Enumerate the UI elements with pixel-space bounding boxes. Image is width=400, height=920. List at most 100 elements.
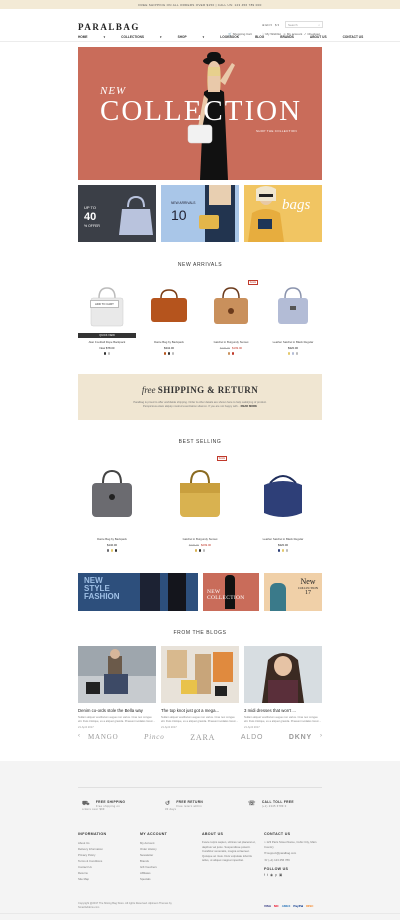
blog-date: 21 April 2017 xyxy=(161,726,177,729)
swatch[interactable] xyxy=(194,549,198,552)
search-icon[interactable]: ⌕ xyxy=(318,23,320,27)
blog-post[interactable]: Denim co-ords stole the Bella way Nullam… xyxy=(78,646,156,729)
chevron-left-icon[interactable]: ‹ xyxy=(78,733,80,739)
promo-new-arrivals-banner[interactable]: NEW ARRIVALS 10 xyxy=(161,185,239,242)
blog-date: 21 April 2017 xyxy=(78,726,94,729)
blog-excerpt: Nullam aliquet vestibulum augue non vari… xyxy=(161,716,239,723)
product-name[interactable]: Leather Satchel in Black Regular xyxy=(264,340,322,344)
swatch[interactable] xyxy=(277,549,281,552)
swatch[interactable] xyxy=(167,352,171,355)
promo-bags-banner[interactable]: bags xyxy=(244,185,322,242)
product-card[interactable]: Leather Satchel in Black Regular $320.00 xyxy=(264,278,322,355)
product-card[interactable]: Dante Bag by Backpack $342.00 xyxy=(140,278,198,355)
product-name[interactable]: Gatchel in Burgundy Sunset xyxy=(171,537,229,541)
quick-view-button[interactable]: QUICK VIEW xyxy=(78,333,136,338)
site-logo[interactable]: PARALBAG xyxy=(78,22,140,32)
currency-selector[interactable]: $ ▾ xyxy=(275,23,279,27)
blog-image[interactable] xyxy=(244,646,322,703)
nav-collections[interactable]: COLLECTIONS ▾ xyxy=(121,35,161,39)
footer-email[interactable]: ✉ support@paralbag.com xyxy=(264,851,322,856)
lookbook-banner-collection[interactable]: NEW COLLECTION xyxy=(203,573,259,611)
product-image[interactable]: ADD TO CART xyxy=(78,278,136,333)
product-image[interactable]: SALE xyxy=(171,456,229,526)
blog-title[interactable]: The top knot just got a mega... xyxy=(161,708,239,713)
nav-about[interactable]: ABOUT US xyxy=(310,35,327,39)
shipping-text: Paralbag is proud to offer worldwide shi… xyxy=(133,401,267,408)
product-card[interactable]: SALE Gatchel in Burgundy Sunset $345.00 $… xyxy=(171,456,229,552)
product-name[interactable]: Gatchel in Burgundy Sunset xyxy=(202,340,260,344)
add-to-cart-button[interactable]: ADD TO CART xyxy=(90,300,119,308)
swatch[interactable] xyxy=(227,352,231,355)
product-name[interactable]: Dante Bag by Backpack xyxy=(83,537,141,541)
blog-title[interactable]: 3 midi dresses that won't ... xyxy=(244,708,322,713)
nav-shop[interactable]: SHOP ▾ xyxy=(178,35,205,39)
color-swatches xyxy=(264,352,322,355)
swatch[interactable] xyxy=(231,352,235,355)
nav-home[interactable]: HOME ▾ xyxy=(78,35,105,39)
brand-logo[interactable]: Pinco xyxy=(144,733,164,741)
blog-post[interactable]: The top knot just got a mega... Nullam a… xyxy=(161,646,239,729)
product-name[interactable]: Leather Satchel in Black Regular xyxy=(254,537,312,541)
swatch[interactable] xyxy=(163,352,167,355)
read-more-link[interactable]: READ MORE xyxy=(241,405,257,408)
nav-blog[interactable]: BLOG xyxy=(255,35,264,39)
footer-col-contact: CONTACT US ⌂ 123 Paris Street Name, Cubi… xyxy=(264,832,322,877)
swatch[interactable] xyxy=(295,352,299,355)
product-image[interactable] xyxy=(140,278,198,333)
promo-sale-banner[interactable]: UP TO 40 % OFFER xyxy=(78,185,156,242)
swatch[interactable] xyxy=(110,549,114,552)
nav-lookbook[interactable]: LOOKBOOK xyxy=(220,35,239,39)
promo-off: % OFFER xyxy=(84,224,100,228)
swatch[interactable] xyxy=(287,352,291,355)
product-card[interactable]: SALE Gatchel in Burgundy Sunset $245.00 $… xyxy=(202,278,260,355)
brand-logo[interactable]: ALDO xyxy=(241,734,263,741)
brand-logo[interactable]: MANGO xyxy=(88,733,118,741)
product-image[interactable]: SALE xyxy=(202,278,260,333)
footer-link[interactable]: Site Map xyxy=(78,876,133,882)
nav-contact[interactable]: CONTACT US xyxy=(343,35,364,39)
instagram-icon[interactable]: ▣ xyxy=(279,873,284,877)
product-card[interactable]: ADD TO CART QUICK VIEW Alan Football Rop… xyxy=(78,278,136,355)
swatch[interactable] xyxy=(291,352,295,355)
hero-banner[interactable]: NEW COLLECTION SHOP THE COLLECTION xyxy=(78,47,322,180)
blog-post[interactable]: 3 midi dresses that won't ... Nullam ali… xyxy=(244,646,322,729)
chevron-right-icon[interactable]: › xyxy=(320,733,322,739)
footer-link[interactable]: Specials xyxy=(140,876,195,882)
footer-contact-list: ⌂ 123 Paris Street Name, Cubic City, Mai… xyxy=(264,840,322,862)
blog-image[interactable] xyxy=(78,646,156,703)
swatch[interactable] xyxy=(114,549,118,552)
swatch[interactable] xyxy=(198,549,202,552)
blog-photo xyxy=(262,653,304,703)
product-name[interactable]: Dante Bag by Backpack xyxy=(140,340,198,344)
swatch[interactable] xyxy=(107,352,111,355)
blog-image[interactable] xyxy=(161,646,239,703)
swatch[interactable] xyxy=(285,549,289,552)
search-input[interactable]: Search ⌕ xyxy=(285,21,323,28)
lookbook-banner-style[interactable]: NEW STYLE FASHION xyxy=(78,573,198,611)
blog-date: 21 April 2017 xyxy=(244,726,260,729)
brand-logo[interactable]: ZARA xyxy=(190,733,215,742)
product-card[interactable]: Leather Satchel in Black Regular $320.00 xyxy=(254,462,312,552)
swatch[interactable] xyxy=(171,352,175,355)
footer-col-information: INFORMATION About Us Delivery Informatio… xyxy=(78,832,133,882)
language-selector[interactable]: ⊕ EN ▾ xyxy=(262,23,272,27)
lookbook-banner-new[interactable]: New COLLECTION 17 xyxy=(264,573,322,611)
product-image[interactable] xyxy=(83,462,141,526)
swatch[interactable] xyxy=(106,549,110,552)
hero-cta-link[interactable]: SHOP THE COLLECTION xyxy=(256,129,297,133)
blog-photo xyxy=(167,650,233,696)
product-image[interactable] xyxy=(254,462,312,526)
product-name[interactable]: Alan Football Rope Backpack xyxy=(78,340,136,344)
product-image[interactable] xyxy=(264,278,322,333)
blog-title[interactable]: Denim co-ords stole the Bella way xyxy=(78,708,156,713)
product-card[interactable]: Dante Bag by Backpack $140.00 xyxy=(83,462,141,552)
promo-bags-model-image xyxy=(248,186,284,242)
footer-divider xyxy=(0,913,400,914)
swatch[interactable] xyxy=(281,549,285,552)
brand-logo[interactable]: DKNY xyxy=(289,734,312,741)
product-price: Now $78.00 xyxy=(99,346,115,350)
swatch[interactable] xyxy=(103,352,107,355)
swatch[interactable] xyxy=(202,549,206,552)
nav-brands[interactable]: BRANDS xyxy=(280,35,294,39)
footer-phone[interactable]: ☏ (+1) 123 456 789 xyxy=(264,858,322,863)
